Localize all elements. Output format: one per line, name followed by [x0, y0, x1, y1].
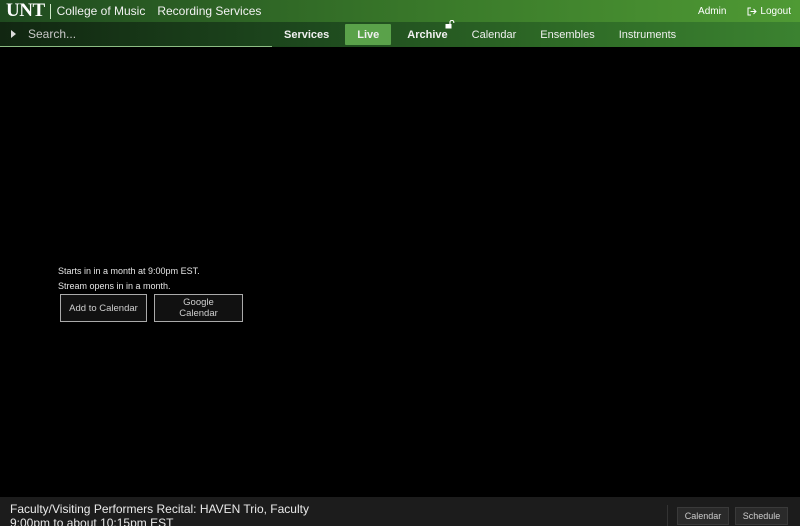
nav-archive[interactable]: Archive	[395, 20, 459, 45]
add-to-calendar-button[interactable]: Add to Calendar	[60, 294, 147, 322]
nav-calendar[interactable]: Calendar	[460, 24, 529, 45]
logout-link[interactable]: Logout	[747, 6, 791, 17]
search-box	[0, 22, 272, 47]
event-info-bar: Faculty/Visiting Performers Recital: HAV…	[0, 497, 800, 526]
unlock-icon	[445, 20, 454, 29]
event-time: 9:00pm to about 10:15pm EST	[10, 516, 174, 526]
event-details: Faculty/Visiting Performers Recital: HAV…	[10, 502, 340, 526]
stream-status: Starts in in a month at 9:00pm EST. Stre…	[58, 264, 200, 294]
top-header-bar: UNT College of Music Recording Services …	[0, 0, 800, 22]
nav-instruments[interactable]: Instruments	[607, 24, 688, 45]
stream-opens-text: Stream opens in in a month.	[58, 281, 171, 291]
nav-archive-label: Archive	[407, 28, 448, 41]
user-controls: Admin Logout	[698, 6, 800, 17]
caret-right-icon[interactable]	[11, 30, 16, 38]
nav-tabs: Services Live Archive Calendar Ensembles…	[272, 20, 688, 47]
search-input[interactable]	[28, 27, 248, 41]
admin-link[interactable]: Admin	[698, 6, 726, 17]
department-link[interactable]: Recording Services	[157, 4, 261, 18]
footer-schedule-button[interactable]: Schedule	[735, 507, 788, 525]
main-nav-bar: Services Live Archive Calendar Ensembles…	[0, 20, 800, 47]
event-title: Faculty/Visiting Performers Recital: HAV…	[10, 502, 309, 516]
google-calendar-button[interactable]: Google Calendar	[154, 294, 243, 322]
logout-label: Logout	[760, 5, 791, 17]
nav-services[interactable]: Services	[272, 24, 341, 45]
college-link[interactable]: College of Music	[57, 4, 146, 18]
calendar-buttons: Add to Calendar Google Calendar	[60, 294, 250, 322]
start-time-text: Starts in in a month at 9:00pm EST.	[58, 266, 200, 276]
footer-divider	[667, 505, 668, 526]
nav-live[interactable]: Live	[345, 24, 392, 45]
logout-icon	[747, 7, 758, 15]
nav-ensembles[interactable]: Ensembles	[528, 24, 606, 45]
footer-calendar-button[interactable]: Calendar	[677, 507, 729, 525]
logo-divider	[49, 3, 51, 19]
unt-logo[interactable]: UNT	[0, 0, 45, 22]
